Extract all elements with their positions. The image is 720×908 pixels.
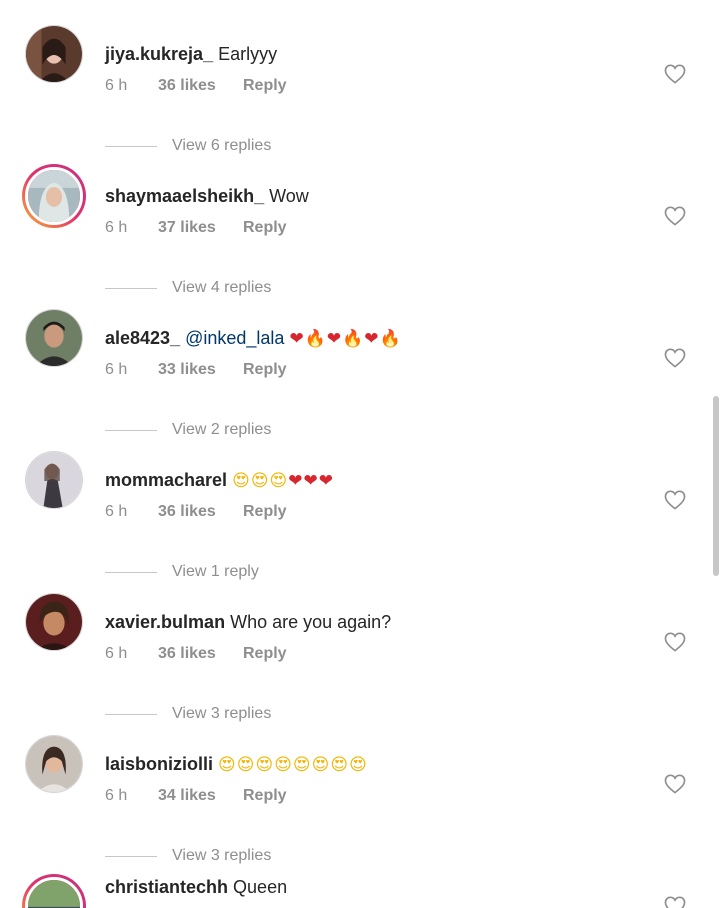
avatar-image — [26, 736, 82, 792]
replies-divider — [105, 145, 157, 147]
comment-text-line: jiya.kukreja_ Earlyyy — [105, 44, 277, 65]
reply-button[interactable]: Reply — [243, 77, 287, 95]
avatar-image — [28, 880, 80, 908]
scrollbar[interactable] — [713, 396, 719, 576]
comment-meta: 6 h 37 likes Reply — [105, 219, 287, 237]
avatar-image — [26, 452, 82, 508]
story-ring — [22, 874, 86, 908]
comment-username[interactable]: mommacharel — [105, 470, 227, 490]
view-replies-button[interactable]: View 3 replies — [105, 847, 271, 865]
replies-divider — [105, 287, 157, 289]
comment-username[interactable]: laisboniziolli — [105, 754, 213, 774]
avatar[interactable] — [22, 22, 86, 86]
view-replies-label: View 3 replies — [172, 705, 272, 722]
heart-outline-icon[interactable] — [664, 896, 686, 908]
comment-mention[interactable]: @inked_lala — [185, 328, 284, 348]
heart-outline-icon[interactable] — [664, 490, 686, 510]
heart-outline-icon[interactable] — [664, 206, 686, 226]
comment-item: shaymaaelsheikh_ Wow 6 h 37 likes Reply … — [0, 164, 720, 306]
comment-time: 6 h — [105, 219, 128, 236]
comment-username[interactable]: xavier.bulman — [105, 612, 225, 632]
emoji-sequence: 😍😍😍😍😍😍😍😍 — [218, 755, 368, 775]
replies-divider — [105, 571, 157, 573]
avatar-image — [26, 310, 82, 366]
comment-text-line: mommacharel 😍😍😍❤❤❤ — [105, 470, 334, 491]
heart-outline-icon[interactable] — [664, 774, 686, 794]
avatar[interactable] — [22, 590, 86, 654]
comment-item: christiantechh Queen — [0, 874, 720, 908]
replies-divider — [105, 429, 157, 431]
replies-divider — [105, 713, 157, 715]
heart-outline-icon[interactable] — [664, 632, 686, 652]
comment-text-line: christiantechh Queen — [105, 877, 287, 898]
comment-item: mommacharel 😍😍😍❤❤❤ 6 h 36 likes Reply Vi… — [0, 448, 720, 590]
reply-button[interactable]: Reply — [243, 503, 287, 521]
reply-button[interactable]: Reply — [243, 219, 287, 237]
comment-likes[interactable]: 36 likes — [158, 645, 243, 663]
comment-meta: 6 h 33 likes Reply — [105, 361, 287, 379]
emoji-sequence: 😍😍😍❤❤❤ — [232, 471, 335, 491]
reply-button[interactable]: Reply — [243, 787, 287, 805]
avatar[interactable] — [22, 164, 86, 228]
view-replies-button[interactable]: View 1 reply — [105, 563, 259, 581]
comment-meta: 6 h 36 likes Reply — [105, 645, 287, 663]
comment-item: laisboniziolli 😍😍😍😍😍😍😍😍 6 h 34 likes Rep… — [0, 732, 720, 874]
comment-text-line: ale8423_ @inked_lala ❤🔥❤🔥❤🔥 — [105, 328, 402, 349]
comment-likes[interactable]: 34 likes — [158, 787, 243, 805]
avatar[interactable] — [22, 306, 86, 370]
avatar[interactable] — [22, 732, 86, 796]
view-replies-button[interactable]: View 2 replies — [105, 421, 271, 439]
comment-item: ale8423_ @inked_lala ❤🔥❤🔥❤🔥 6 h 33 likes… — [0, 306, 720, 448]
comment-time: 6 h — [105, 361, 128, 378]
view-replies-button[interactable]: View 4 replies — [105, 279, 271, 297]
avatar[interactable] — [22, 874, 86, 908]
emoji-sequence: ❤🔥❤🔥❤🔥 — [289, 329, 402, 349]
view-replies-label: View 4 replies — [172, 279, 272, 296]
view-replies-label: View 6 replies — [172, 137, 272, 154]
heart-outline-icon[interactable] — [664, 348, 686, 368]
comment-item: xavier.bulman Who are you again? 6 h 36 … — [0, 590, 720, 732]
comment-meta: 6 h 36 likes Reply — [105, 77, 287, 95]
avatar[interactable] — [22, 448, 86, 512]
story-ring — [22, 164, 86, 228]
comment-username[interactable]: shaymaaelsheikh_ — [105, 186, 264, 206]
reply-button[interactable]: Reply — [243, 361, 287, 379]
comment-meta: 6 h 34 likes Reply — [105, 787, 287, 805]
comment-item: jiya.kukreja_ Earlyyy 6 h 36 likes Reply… — [0, 22, 720, 164]
comment-body: Who are you again? — [230, 612, 392, 632]
comment-body: Earlyyy — [218, 44, 278, 64]
comment-text-line: laisboniziolli 😍😍😍😍😍😍😍😍 — [105, 754, 368, 775]
comment-body: Wow — [269, 186, 309, 206]
comment-text-line: shaymaaelsheikh_ Wow — [105, 186, 309, 207]
comment-username[interactable]: christiantechh — [105, 877, 228, 897]
view-replies-button[interactable]: View 6 replies — [105, 137, 271, 155]
comment-username[interactable]: jiya.kukreja_ — [105, 44, 213, 64]
comment-likes[interactable]: 36 likes — [158, 77, 243, 95]
heart-outline-icon[interactable] — [664, 64, 686, 84]
comment-username[interactable]: ale8423_ — [105, 328, 180, 348]
comment-time: 6 h — [105, 503, 128, 520]
comment-time: 6 h — [105, 77, 128, 94]
avatar-image — [28, 170, 80, 222]
view-replies-button[interactable]: View 3 replies — [105, 705, 271, 723]
view-replies-label: View 1 reply — [172, 563, 259, 580]
view-replies-label: View 2 replies — [172, 421, 272, 438]
replies-divider — [105, 855, 157, 857]
comment-time: 6 h — [105, 645, 128, 662]
reply-button[interactable]: Reply — [243, 645, 287, 663]
comment-likes[interactable]: 36 likes — [158, 503, 243, 521]
comment-meta: 6 h 36 likes Reply — [105, 503, 287, 521]
comment-time: 6 h — [105, 787, 128, 804]
view-replies-label: View 3 replies — [172, 847, 272, 864]
comment-body: Queen — [233, 877, 288, 897]
comment-likes[interactable]: 37 likes — [158, 219, 243, 237]
comment-likes[interactable]: 33 likes — [158, 361, 243, 379]
avatar-image — [26, 26, 82, 82]
avatar-image — [26, 594, 82, 650]
comment-text-line: xavier.bulman Who are you again? — [105, 612, 391, 633]
